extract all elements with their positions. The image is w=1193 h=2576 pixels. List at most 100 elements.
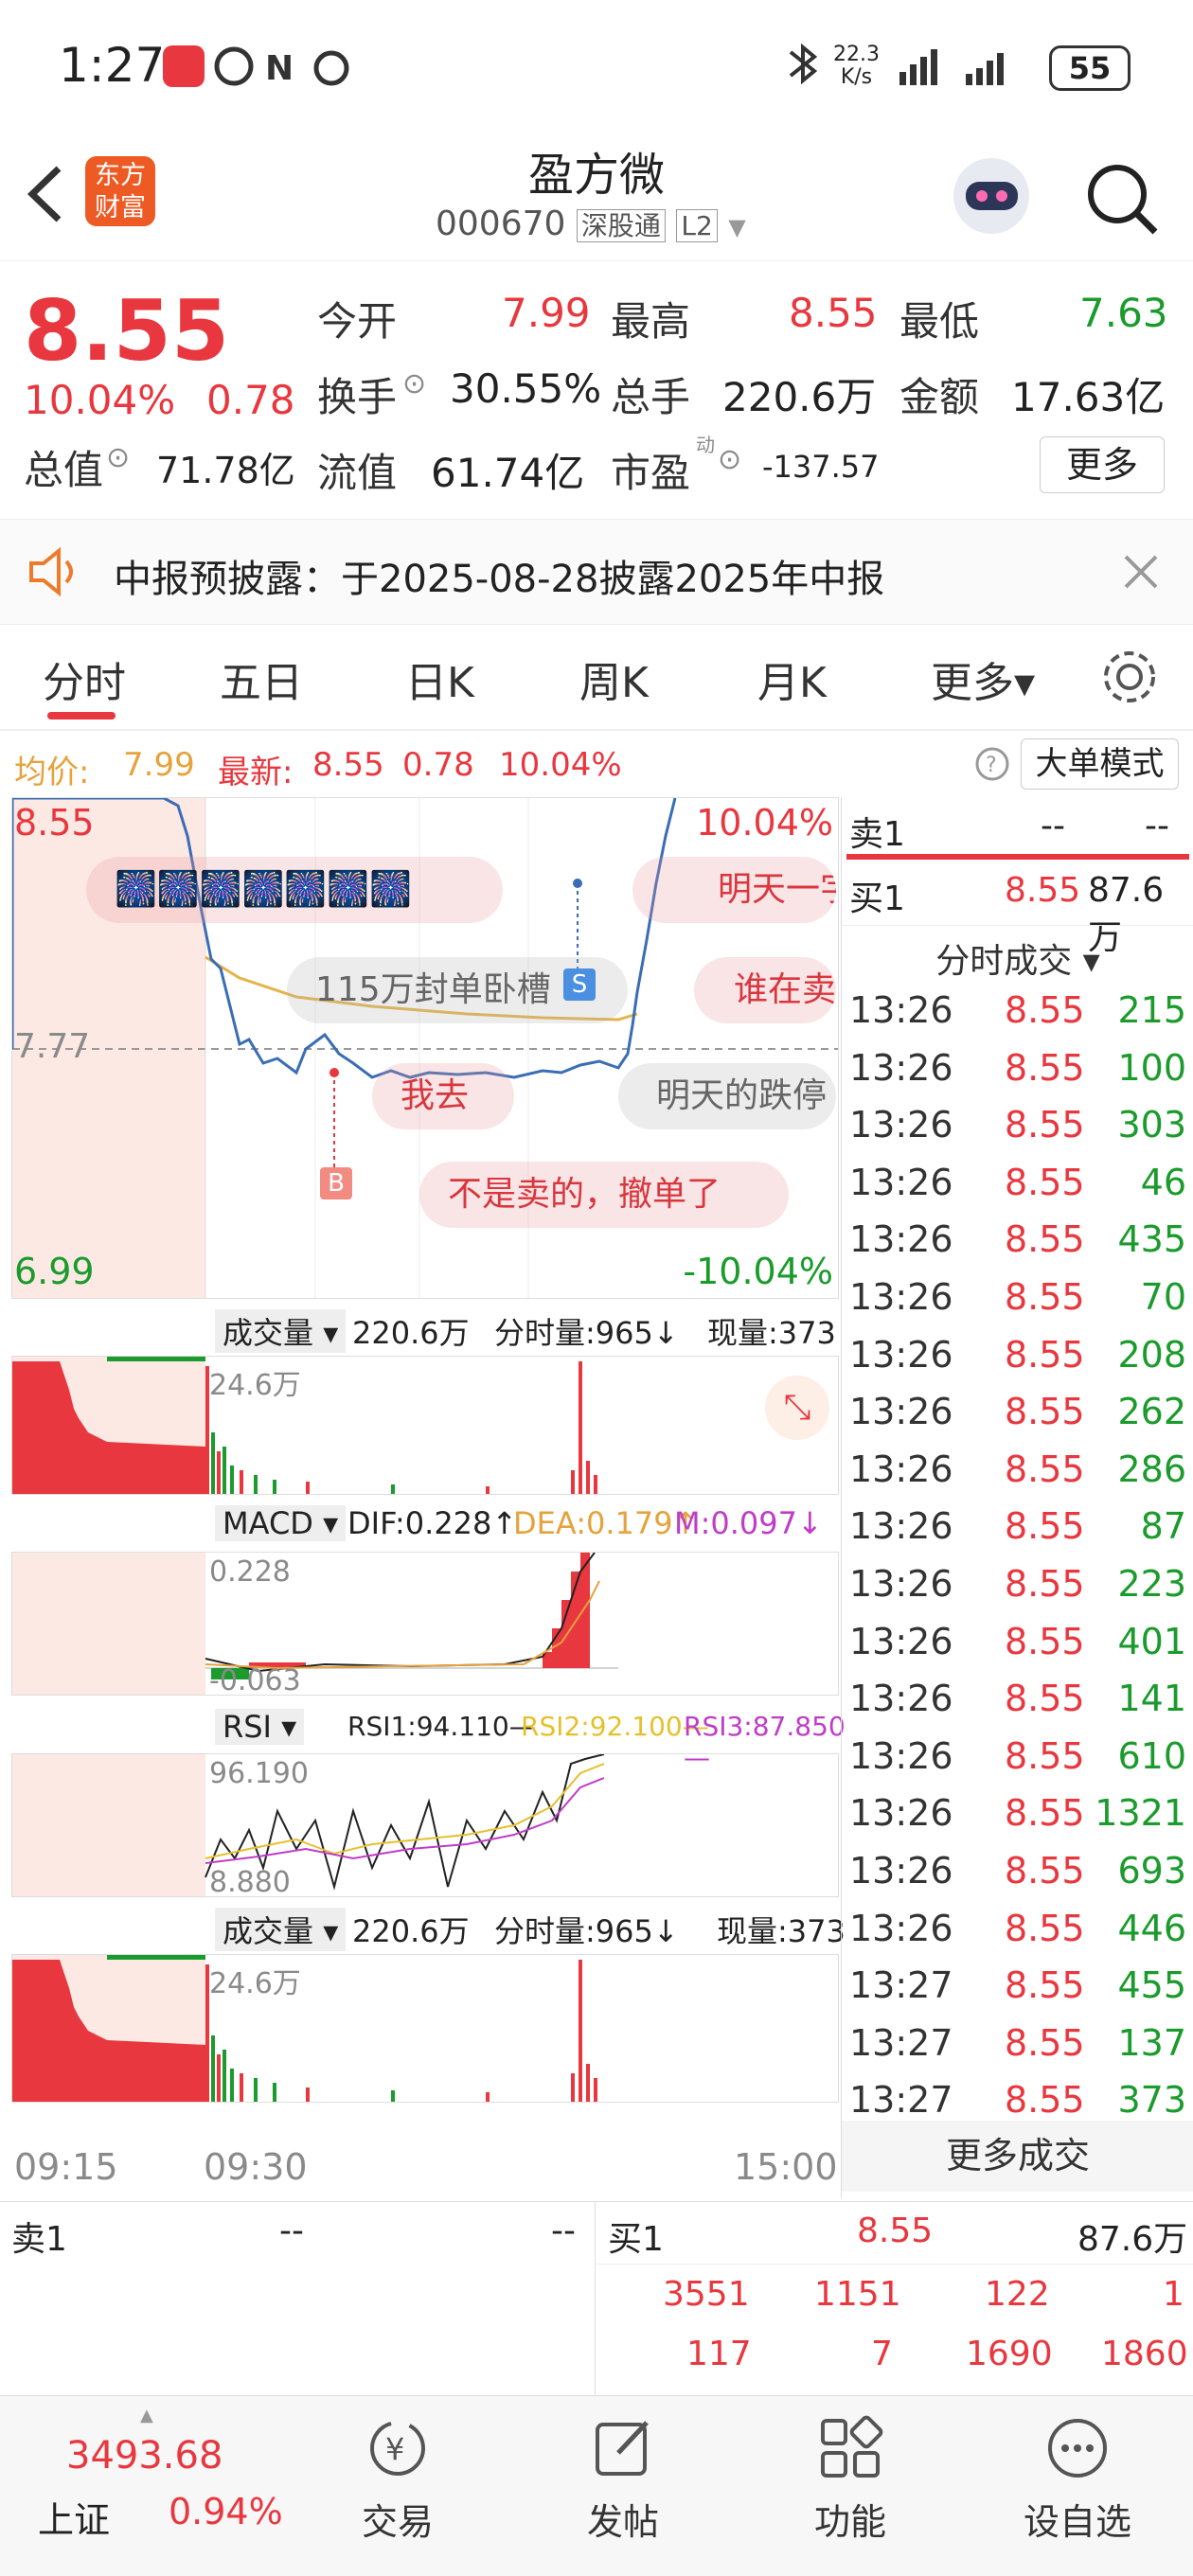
trade-volume: 141: [1117, 1678, 1186, 1720]
open-label: 今开: [317, 298, 398, 345]
volume-selector[interactable]: 成交量 ▾: [215, 1309, 347, 1353]
rsi-pane[interactable]: 96.190 8.880: [11, 1753, 839, 1899]
high-value: 8.55: [789, 290, 878, 336]
trade-price: 8.55: [1005, 1276, 1085, 1318]
trade-price: 8.55: [1005, 1678, 1085, 1720]
trade-time: 13:26: [849, 1678, 953, 1720]
intraday-chart[interactable]: 8.55 10.04% 7.77 6.99 -10.04% 🎆🎆🎆🎆🎆🎆🎆 明天…: [9, 797, 846, 2198]
trade-row: 13:27 8.55 137: [842, 2015, 1193, 2071]
sz-connect-tag: 深股通: [576, 209, 666, 242]
more-trades-button[interactable]: 更多成交: [842, 2121, 1193, 2192]
avg-price-bar: 均价: 7.99 最新: 8.55 0.78 10.04% ? 大单模式: [0, 731, 1193, 797]
trade-icon: ¥: [370, 2421, 425, 2476]
bid1-row: 买1 8.55 87.6万: [849, 871, 1165, 957]
trade-time: 13:26: [849, 1104, 953, 1146]
current-price: 8.55: [24, 282, 230, 380]
trade-time: 13:27: [849, 2079, 953, 2122]
more-button[interactable]: 更多: [1040, 436, 1165, 493]
notice-bar[interactable]: 中报预披露：于2025-08-28披露2025年中报: [0, 519, 1193, 625]
trade-price: 8.55: [1005, 1964, 1085, 2007]
trade-time: 13:26: [849, 1734, 953, 1777]
trade-price: 8.55: [1005, 1448, 1085, 1490]
trade-volume: 70: [1140, 1276, 1186, 1318]
rsi-selector[interactable]: RSI ▾: [215, 1709, 305, 1745]
turnover-label: 换手: [317, 374, 398, 420]
close-icon[interactable]: [1122, 553, 1160, 591]
low-label: 最低: [899, 298, 980, 345]
trade-volume: 262: [1117, 1391, 1186, 1433]
buy-marker[interactable]: B: [320, 1167, 352, 1199]
quote-panel: 8.55 10.04% 0.78 总值 ⊙ 71.78亿 今开 7.99 最高 …: [0, 261, 1193, 517]
trade-row: 13:26 8.55 1321: [842, 1785, 1193, 1841]
tab-monthly-k[interactable]: 月K: [757, 648, 827, 709]
status-time: 1:27: [59, 38, 166, 93]
trade-price: 8.55: [1005, 1620, 1085, 1662]
nav-add-watchlist[interactable]: 设自选: [992, 2415, 1163, 2545]
trade-volume: 435: [1117, 1218, 1186, 1261]
amount-value: 17.63亿: [1011, 374, 1166, 420]
macd-pane[interactable]: 0.228 -0.063: [11, 1552, 839, 1697]
trade-time: 13:26: [849, 1907, 953, 1949]
trade-row: 13:26 8.55 262: [842, 1383, 1193, 1440]
trade-price: 8.55: [1005, 1907, 1085, 1949]
volume-pane[interactable]: 24.6万 ⤡: [11, 1356, 839, 1495]
sell-marker[interactable]: S: [563, 968, 596, 1001]
expand-icon[interactable]: ⤡: [765, 1376, 829, 1440]
tab-weekly-k[interactable]: 周K: [579, 648, 649, 709]
trade-time: 13:26: [849, 1218, 953, 1261]
trade-price: 8.55: [1005, 1734, 1085, 1777]
volume-value: 220.6万: [722, 374, 877, 420]
stock-header: 东方 财富 盈方微 000670 深股通 L2 ▼: [0, 133, 1193, 261]
trade-volume: 208: [1117, 1333, 1186, 1376]
volume-header-2: 成交量 ▾ 220.6万 分时量:965↓ 现量:373: [21, 1902, 846, 1951]
nav-post[interactable]: 发帖: [538, 2415, 708, 2545]
trade-price: 8.55: [1005, 1391, 1085, 1433]
help-icon[interactable]: ?: [973, 745, 1011, 783]
volume-label: 总手: [611, 374, 691, 420]
trade-time: 13:27: [849, 1964, 953, 2007]
trades-header[interactable]: 分时成交 ▾: [842, 925, 1193, 981]
volume-selector-2[interactable]: 成交量 ▾: [215, 1908, 347, 1951]
price-pane[interactable]: 8.55 10.04% 7.77 6.99 -10.04% 🎆🎆🎆🎆🎆🎆🎆 明天…: [11, 797, 839, 1299]
volume-header: 成交量 ▾ 220.6万 分时量:965↓ 现量:373: [21, 1304, 846, 1353]
status-bar: 1:27 N 22.3 K/s 55: [0, 0, 1193, 133]
trade-volume: 87: [1140, 1505, 1186, 1548]
tab-more[interactable]: 更多▾: [931, 648, 1035, 709]
search-icon[interactable]: [1079, 156, 1165, 241]
big-order-mode-button[interactable]: 大单模式: [1021, 738, 1179, 790]
chart-tabs: 分时 五日 日K 周K 月K 更多▾: [0, 625, 1193, 731]
price-top-label: 8.55: [14, 802, 95, 844]
low-value: 7.63: [1079, 290, 1168, 336]
trade-time: 13:26: [849, 1046, 953, 1089]
settings-gear-icon[interactable]: [1098, 646, 1161, 708]
danmu-item: 我去: [372, 1063, 514, 1129]
trade-row: 13:26 8.55 401: [842, 1613, 1193, 1670]
price-mid-label: 7.77: [14, 1027, 91, 1066]
nav-function[interactable]: 功能: [765, 2415, 935, 2545]
mcap-value: 71.78亿: [156, 450, 295, 491]
index-ticker[interactable]: ▲ 3493.68 上证 0.94%: [19, 2406, 283, 2567]
pct-bot-label: -10.04%: [683, 1251, 833, 1292]
change-percent: 10.04%: [24, 377, 176, 423]
tab-daily-k[interactable]: 日K: [405, 648, 474, 709]
macd-selector[interactable]: MACD ▾: [215, 1505, 347, 1541]
pe-label: 市盈: [611, 450, 691, 496]
net-speed: 22.3 K/s: [833, 43, 880, 89]
trade-volume: 1321: [1095, 1792, 1186, 1835]
trade-row: 13:26 8.55 446: [842, 1900, 1193, 1957]
trade-price: 8.55: [1005, 1505, 1085, 1548]
more-dots-icon: [1048, 2419, 1107, 2478]
trade-time: 13:26: [849, 1620, 953, 1662]
nav-trade[interactable]: ¥ 交易: [312, 2415, 483, 2545]
tab-intraday[interactable]: 分时: [43, 648, 126, 709]
volume-pane-2[interactable]: 24.6万: [11, 1954, 839, 2103]
tab-five-day[interactable]: 五日: [220, 648, 303, 709]
stock-code-line: 000670 深股通 L2 ▼: [436, 204, 746, 243]
danmu-fireworks: 🎆🎆🎆🎆🎆🎆🎆: [86, 857, 503, 923]
trade-price: 8.55: [1005, 1104, 1085, 1146]
trade-price: 8.55: [1005, 1850, 1085, 1892]
trade-price: 8.55: [1005, 2021, 1085, 2064]
trade-row: 13:26 8.55 46: [842, 1154, 1193, 1211]
price-bot-label: 6.99: [14, 1251, 95, 1292]
robot-assistant-icon[interactable]: [947, 151, 1037, 241]
